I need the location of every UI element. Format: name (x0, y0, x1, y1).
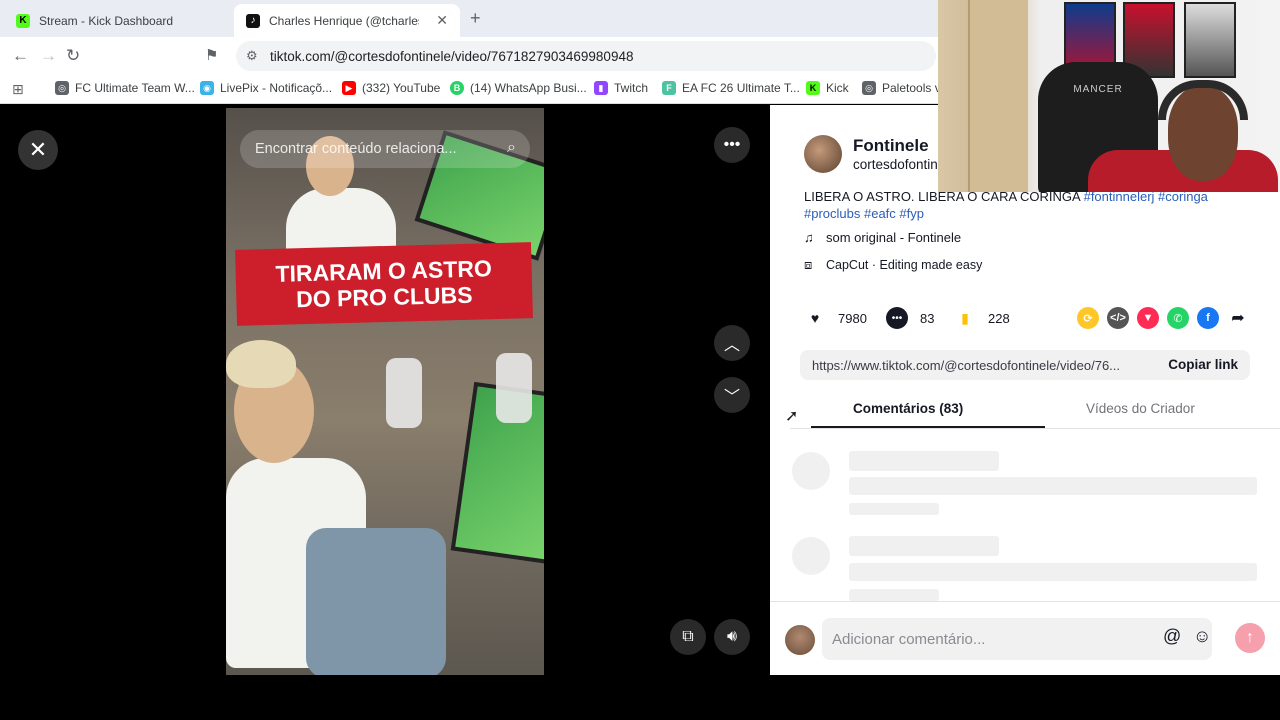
heart-icon: ♥ (810, 310, 820, 326)
apps-icon[interactable]: ⊞ (12, 81, 24, 98)
comment-skeleton-line (849, 589, 939, 601)
bookmark-item[interactable]: ◎ FC Ultimate Team W... (55, 81, 195, 95)
globe-icon: ◎ (55, 81, 69, 95)
save-button[interactable]: ▮ 228 (954, 307, 1010, 329)
more-options-icon[interactable]: ••• (714, 127, 750, 163)
comment-icon: ••• (886, 307, 908, 329)
mini-player-icon[interactable]: ⧉ (670, 619, 706, 655)
livepix-icon: ◉ (200, 81, 214, 95)
share-arrow-icon[interactable]: ➦ (1227, 307, 1249, 329)
active-tab-indicator (811, 426, 1045, 428)
tab-tiktok[interactable]: ♪ Charles Henrique (@tcharles ✕ (234, 4, 460, 37)
bookmark-item[interactable]: F EA FC 26 Ultimate T... (662, 81, 800, 95)
comment-skeleton-line (849, 563, 1257, 581)
author-avatar[interactable] (804, 135, 842, 173)
comment-skeleton-line (849, 503, 939, 515)
url-text: tiktok.com/@cortesdofontinele/video/7671… (270, 48, 634, 64)
mouse-cursor-icon: ➚ (785, 408, 799, 425)
kick-icon: K (806, 81, 820, 95)
bookmark-item[interactable]: ◎ Paletools v (862, 81, 941, 95)
comment-skeleton-line (849, 477, 1257, 495)
hashtags[interactable]: #proclubs #eafc #fyp (804, 206, 924, 221)
tab-kick-dashboard[interactable]: K Stream - Kick Dashboard (4, 4, 232, 37)
bookmark-item[interactable]: ▮ Twitch (594, 81, 648, 95)
webcam-overlay: MANCER (938, 0, 1280, 192)
related-search-input[interactable]: Encontrar conteúdo relaciona... ⌕ (240, 130, 530, 168)
search-icon[interactable]: ⌕ (507, 139, 516, 157)
comment-input[interactable]: Adicionar comentário... (822, 618, 1212, 660)
music-note-icon: ♫ (804, 230, 814, 245)
embed-icon[interactable]: </> (1107, 307, 1129, 329)
bookmark-item[interactable]: K Kick (806, 81, 849, 95)
comment-skeleton-avatar (792, 537, 830, 575)
comment-skeleton-avatar (792, 452, 830, 490)
next-video-chevron-down-icon[interactable]: ﹀ (714, 377, 750, 413)
comment-skeleton-line (849, 451, 999, 471)
comment-skeleton-line (849, 536, 999, 556)
tab-title: Stream - Kick Dashboard (39, 13, 174, 28)
forward-icon[interactable]: → (40, 46, 57, 66)
new-tab-button[interactable]: + (470, 8, 481, 29)
video-viewer: ✕ Encontrar conteúdo relaciona... ⌕ TIRA… (0, 105, 770, 675)
poster (1184, 2, 1236, 78)
previous-video-chevron-up-icon[interactable]: ︿ (714, 325, 750, 361)
plastic-chair (496, 353, 532, 423)
sound-link[interactable]: ♫ som original - Fontinele (804, 230, 961, 245)
volume-icon[interactable]: 🔊︎ (714, 619, 750, 655)
site-info-icon[interactable]: ⚙ (246, 48, 258, 64)
headset (1158, 80, 1248, 120)
mention-icon[interactable]: @ (1163, 626, 1181, 647)
emoji-icon[interactable]: ☺ (1193, 626, 1211, 647)
bookmark-item[interactable]: ◉ LivePix - Notificaçõ... (200, 81, 332, 95)
door (968, 0, 1028, 192)
tiktok-favicon-icon: ♪ (246, 13, 260, 28)
bookmark-item[interactable]: B (14) WhatsApp Busi... (450, 81, 587, 95)
facebook-share-icon[interactable]: f (1197, 307, 1219, 329)
post-comment-button[interactable]: ↑ (1235, 623, 1265, 653)
repost-icon[interactable]: ⟳ (1077, 307, 1099, 329)
back-icon[interactable]: ← (12, 46, 29, 66)
comment-composer: Adicionar comentário... @ ☺ ↑ (770, 601, 1280, 675)
twitch-icon: ▮ (594, 81, 608, 95)
close-icon[interactable]: ✕ (18, 130, 58, 170)
whatsapp-icon: B (450, 81, 464, 95)
youtube-icon: ▶ (342, 81, 356, 95)
plastic-chair (386, 358, 422, 428)
tab-title: Charles Henrique (@tcharles (269, 13, 419, 28)
video-player[interactable]: Encontrar conteúdo relaciona... ⌕ TIRARA… (226, 108, 544, 675)
ea-fc-icon: F (662, 81, 676, 95)
close-tab-icon[interactable]: ✕ (436, 12, 448, 29)
address-bar[interactable]: ⚙ tiktok.com/@cortesdofontinele/video/76… (236, 41, 936, 71)
video-link-field[interactable]: https://www.tiktok.com/@cortesdofontinel… (800, 350, 1250, 380)
person-jeans (306, 528, 446, 675)
video-caption: LIBERA O ASTRO. LIBERA O CARA CORINGA #f… (804, 189, 1208, 221)
bookmark-icon[interactable]: ⚑ (205, 46, 218, 64)
person-hair (226, 340, 296, 388)
user-avatar (785, 625, 815, 655)
tab-comments[interactable]: Comentários (83) (853, 401, 963, 416)
author-name[interactable]: Fontinele (853, 136, 929, 156)
reload-icon[interactable]: ↻ (66, 46, 80, 66)
bookmark-item[interactable]: ▶ (332) YouTube (342, 81, 440, 95)
capcut-icon: ⧈ (804, 257, 813, 272)
bookmark-icon: ▮ (961, 309, 969, 326)
capcut-link[interactable]: ⧈ CapCut · Editing made easy (804, 257, 982, 273)
copy-link-button[interactable]: Copiar link (1168, 357, 1238, 372)
like-button[interactable]: ♥ 7980 (804, 307, 867, 329)
kick-favicon-icon: K (16, 13, 30, 28)
send-icon[interactable]: ▼ (1137, 307, 1159, 329)
globe-icon: ◎ (862, 81, 876, 95)
comment-button[interactable]: ••• 83 (886, 307, 934, 329)
panel-tabs: Comentários (83) Vídeos do Criador (790, 397, 1280, 429)
tab-creator-videos[interactable]: Vídeos do Criador (1086, 401, 1195, 416)
whatsapp-share-icon[interactable]: ✆ (1167, 307, 1189, 329)
action-bar: ♥ 7980 ••• 83 ▮ 228 ⟳ </> ▼ ✆ f ➦ (804, 307, 1254, 331)
video-text-overlay: TIRARAM O ASTRO DO PRO CLUBS (235, 242, 533, 326)
